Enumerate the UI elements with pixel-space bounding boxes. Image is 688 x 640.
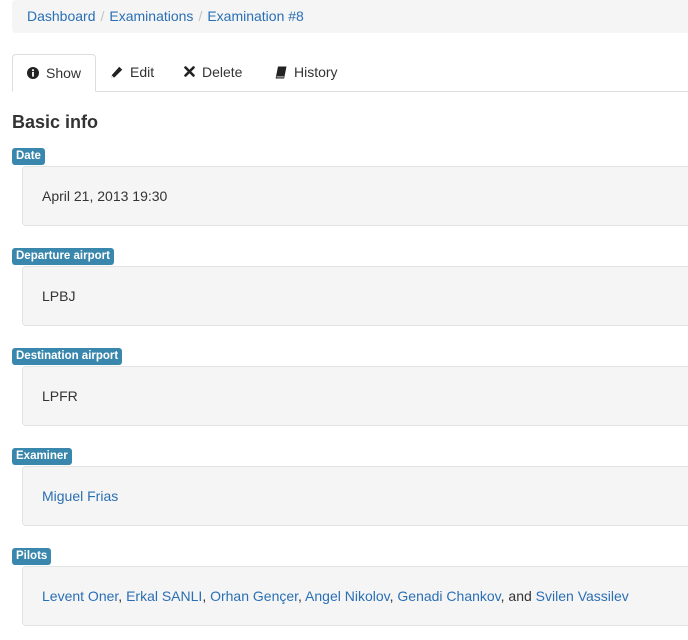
- tab-edit[interactable]: Edit: [110, 54, 154, 92]
- destination-airport-value: LPFR: [42, 388, 78, 404]
- examiner-well: Miguel Frias: [22, 466, 688, 526]
- section-title: Basic info: [12, 112, 99, 132]
- breadcrumb-examinations-link[interactable]: Examinations: [109, 8, 193, 24]
- examiner-label: Examiner: [12, 448, 72, 465]
- breadcrumb-current-examination[interactable]: Examination #8: [207, 8, 304, 24]
- pilot-link[interactable]: Orhan Gençer: [210, 588, 298, 604]
- date-value: April 21, 2013 19:30: [42, 188, 168, 204]
- breadcrumb-separator: /: [100, 8, 105, 24]
- date-well: April 21, 2013 19:30: [22, 166, 688, 226]
- departure-airport-well: LPBJ: [22, 266, 688, 326]
- pilots-well: Levent Oner, Erkal SANLI, Orhan Gençer, …: [22, 566, 688, 626]
- pilots-label: Pilots: [12, 548, 52, 565]
- action-tabs: Show Edit Delete History: [12, 54, 688, 92]
- pilot-link[interactable]: Svilen Vassilev: [536, 588, 629, 604]
- x-icon: [184, 66, 195, 77]
- departure-airport-label: Departure airport: [12, 248, 114, 265]
- date-label: Date: [12, 148, 45, 165]
- tab-edit-label: Edit: [130, 64, 155, 80]
- book-icon: [275, 66, 287, 79]
- breadcrumb-separator: /: [198, 8, 203, 24]
- pilot-link[interactable]: Levent Oner: [42, 588, 118, 604]
- tab-history-label: History: [294, 64, 338, 80]
- tab-delete-label: Delete: [202, 64, 243, 80]
- breadcrumb: Dashboard / Examinations / Examination #8: [12, 0, 688, 33]
- destination-airport-well: LPFR: [22, 366, 688, 426]
- tab-show[interactable]: Show: [12, 54, 97, 92]
- pilot-link[interactable]: Angel Nikolov: [305, 588, 390, 604]
- tab-history[interactable]: History: [275, 54, 338, 92]
- pilot-link[interactable]: Erkal SANLI: [126, 588, 202, 604]
- info-circle-icon: [27, 67, 39, 79]
- breadcrumb-dashboard-link[interactable]: Dashboard: [27, 8, 96, 24]
- tab-show-label: Show: [46, 65, 82, 81]
- pilots-and-word: and: [508, 588, 532, 604]
- examiner-link[interactable]: Miguel Frias: [42, 488, 118, 504]
- destination-airport-label: Destination airport: [12, 348, 123, 365]
- pilot-link[interactable]: Genadi Chankov: [397, 588, 500, 604]
- pencil-icon: [111, 66, 123, 79]
- departure-airport-value: LPBJ: [42, 288, 76, 304]
- tab-delete[interactable]: Delete: [184, 54, 242, 92]
